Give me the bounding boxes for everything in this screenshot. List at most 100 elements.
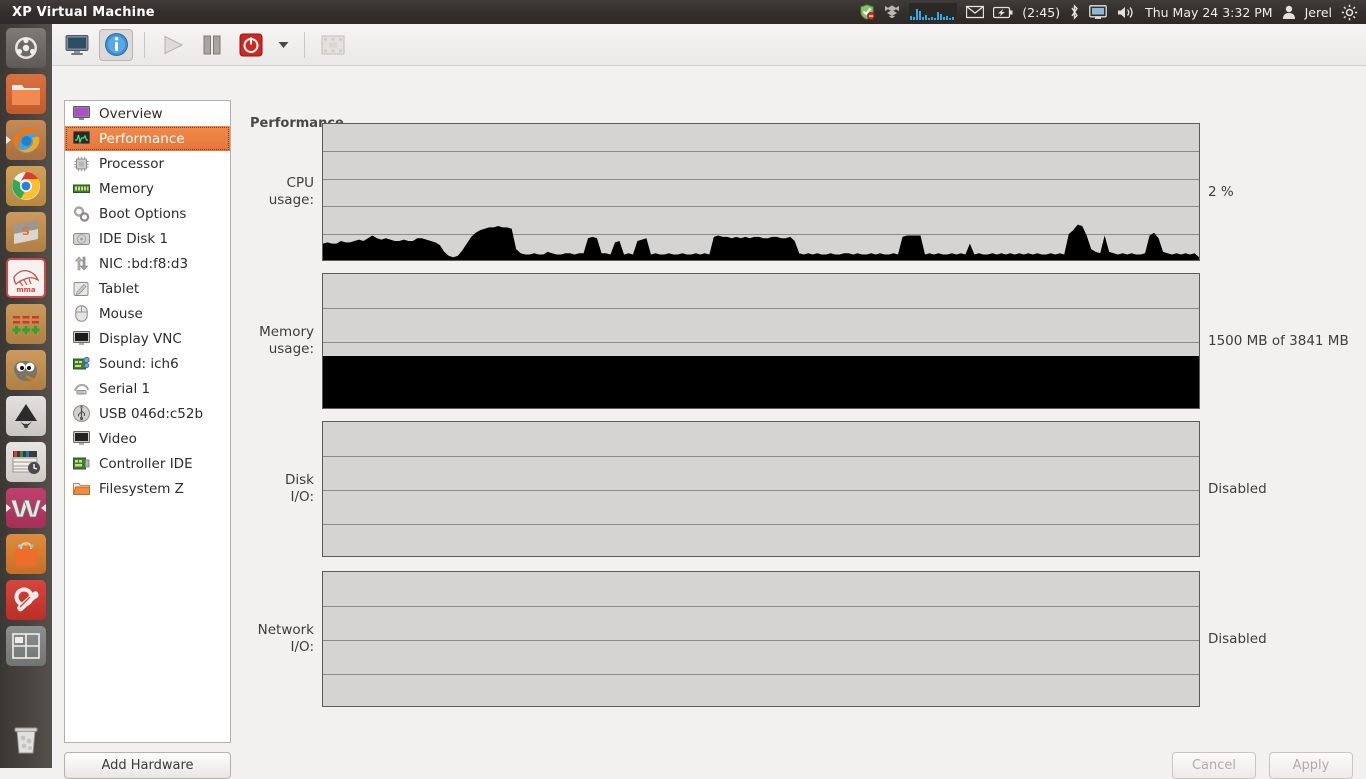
- sidebar-item-label: Tablet: [99, 280, 140, 297]
- shutdown-menu-button[interactable]: [273, 29, 293, 61]
- pause-button[interactable]: [195, 29, 229, 61]
- gear-icon[interactable]: [1341, 4, 1358, 21]
- sidebar-item-label: Video: [99, 430, 137, 447]
- monitor-purple-icon: [72, 105, 91, 122]
- unity-top-panel: XP Virtual Machine (2:45) Thu May 24 3:3…: [0, 0, 1366, 24]
- sidebar-item-tablet[interactable]: Tablet: [65, 276, 230, 301]
- bluetooth-icon[interactable]: [1069, 4, 1080, 20]
- sidebar-item-ide-disk-1[interactable]: IDE Disk 1: [65, 226, 230, 251]
- sidebar-item-video[interactable]: Video: [65, 426, 230, 451]
- mail-envelope-icon[interactable]: [966, 5, 985, 19]
- sidebar-item-usb[interactable]: USB 046d:c52b: [65, 401, 230, 426]
- gridline: [323, 342, 1199, 343]
- gridline: [323, 308, 1199, 309]
- launcher-item-chrome[interactable]: [6, 166, 46, 206]
- sidebar-item-label: Performance: [99, 130, 185, 147]
- user-icon[interactable]: [1282, 5, 1296, 20]
- disk-io-label: Disk I/O:: [285, 472, 314, 505]
- add-hardware-label: Add Hardware: [101, 758, 194, 773]
- sidebar-item-label: Mouse: [99, 305, 143, 322]
- launcher-item-pgadmin[interactable]: [6, 304, 46, 344]
- network-io-graph: [322, 571, 1200, 707]
- sidebar-item-nic[interactable]: NIC :bd:f8:d3: [65, 251, 230, 276]
- shutdown-button[interactable]: [234, 29, 268, 61]
- launcher-item-ubuntu-dash[interactable]: [6, 28, 46, 68]
- sidebar-item-display-vnc[interactable]: Display VNC: [65, 326, 230, 351]
- show-console-button[interactable]: [60, 29, 94, 61]
- sidebar-item-serial-1[interactable]: Serial 1: [65, 376, 230, 401]
- sidebar-item-memory[interactable]: Memory: [65, 176, 230, 201]
- update-shield-icon[interactable]: [859, 4, 876, 20]
- launcher-item-virtual-machine-manager[interactable]: [6, 488, 46, 528]
- sidebar-item-processor[interactable]: Processor: [65, 151, 230, 176]
- gridline: [323, 640, 1199, 641]
- launcher-item-mysql-workbench[interactable]: mma: [6, 258, 46, 298]
- sidebar-item-controller-ide[interactable]: Controller IDE: [65, 451, 230, 476]
- launcher-item-sublime-text[interactable]: S: [6, 212, 46, 252]
- gridline: [323, 456, 1199, 457]
- sidebar-item-performance[interactable]: Performance: [65, 126, 230, 151]
- launcher-item-trash[interactable]: [6, 720, 46, 760]
- sidebar-item-label: Processor: [99, 155, 165, 172]
- cpu-usage-area: [323, 224, 1199, 260]
- video-icon: [72, 430, 91, 447]
- launcher-item-system-settings[interactable]: [6, 580, 46, 620]
- user-name[interactable]: Jerel: [1305, 5, 1332, 20]
- memory-usage-graph: [322, 273, 1200, 409]
- clock[interactable]: Thu May 24 3:32 PM: [1145, 5, 1273, 20]
- launcher-item-openshot[interactable]: [6, 442, 46, 482]
- running-indicator: [6, 136, 11, 144]
- battery-icon[interactable]: [993, 6, 1013, 19]
- vm-content: Overview Performance Processor Memory Bo…: [52, 66, 1366, 779]
- launcher-item-software-center[interactable]: [6, 534, 46, 574]
- gears-icon: [72, 205, 91, 222]
- launcher-item-inkscape[interactable]: [6, 396, 46, 436]
- sidebar-item-label: USB 046d:c52b: [99, 405, 204, 422]
- svg-text:S: S: [22, 225, 30, 238]
- folder-orange-icon: [72, 480, 91, 497]
- controller-card-icon: [72, 455, 91, 472]
- sidebar-item-mouse[interactable]: Mouse: [65, 301, 230, 326]
- show-details-button[interactable]: [99, 28, 133, 61]
- network-io-value: Disabled: [1208, 631, 1267, 647]
- gridline: [323, 674, 1199, 675]
- gridline: [323, 524, 1199, 525]
- launcher-item-gimp[interactable]: [6, 350, 46, 390]
- cpu-usage-graph: [322, 123, 1200, 261]
- focused-indicator: [41, 504, 46, 512]
- launcher-item-firefox[interactable]: [6, 120, 46, 160]
- tablet-pen-icon: [72, 280, 91, 297]
- sidebar-item-boot-options[interactable]: Boot Options: [65, 201, 230, 226]
- launcher-item-files[interactable]: [6, 74, 46, 114]
- add-hardware-button[interactable]: Add Hardware: [64, 752, 231, 779]
- cpu-chip-icon: [72, 155, 91, 172]
- sidebar-item-label: Overview: [99, 105, 163, 122]
- toolbar-separator: [144, 31, 145, 58]
- launcher-item-workspace-switcher[interactable]: [6, 626, 46, 666]
- sidebar-item-label: Boot Options: [99, 205, 187, 222]
- svg-text:mma: mma: [16, 286, 36, 293]
- sidebar-item-sound[interactable]: Sound: ich6: [65, 351, 230, 376]
- sidebar-item-label: Serial 1: [99, 380, 151, 397]
- system-tray: (2:45) Thu May 24 3:32 PM Jerel: [859, 3, 1366, 21]
- sound-card-icon: [72, 355, 91, 372]
- memory-usage-label: Memory usage:: [259, 324, 314, 357]
- display-icon[interactable]: [1089, 4, 1107, 20]
- toolbar-separator-2: [304, 31, 305, 58]
- sidebar-item-label: Memory: [99, 180, 154, 197]
- snapshots-button: [316, 29, 350, 61]
- hard-disk-icon: [72, 230, 91, 247]
- system-monitor-graph-icon[interactable]: [909, 3, 958, 21]
- network-io-row: Network I/O: Disabled: [250, 571, 1355, 707]
- volume-icon[interactable]: [1116, 5, 1136, 20]
- cancel-button[interactable]: Cancel: [1172, 752, 1256, 779]
- memory-stick-icon: [72, 180, 91, 197]
- cpu-usage-label: CPU usage:: [268, 175, 314, 208]
- sidebar-item-overview[interactable]: Overview: [65, 101, 230, 126]
- apply-button[interactable]: Apply: [1269, 752, 1353, 779]
- sidebar-item-filesystem-z[interactable]: Filesystem Z: [65, 476, 230, 501]
- hardware-list[interactable]: Overview Performance Processor Memory Bo…: [64, 100, 231, 743]
- dropbox-icon[interactable]: [884, 4, 900, 20]
- gridline: [323, 490, 1199, 491]
- sidebar-item-label: Display VNC: [99, 330, 182, 347]
